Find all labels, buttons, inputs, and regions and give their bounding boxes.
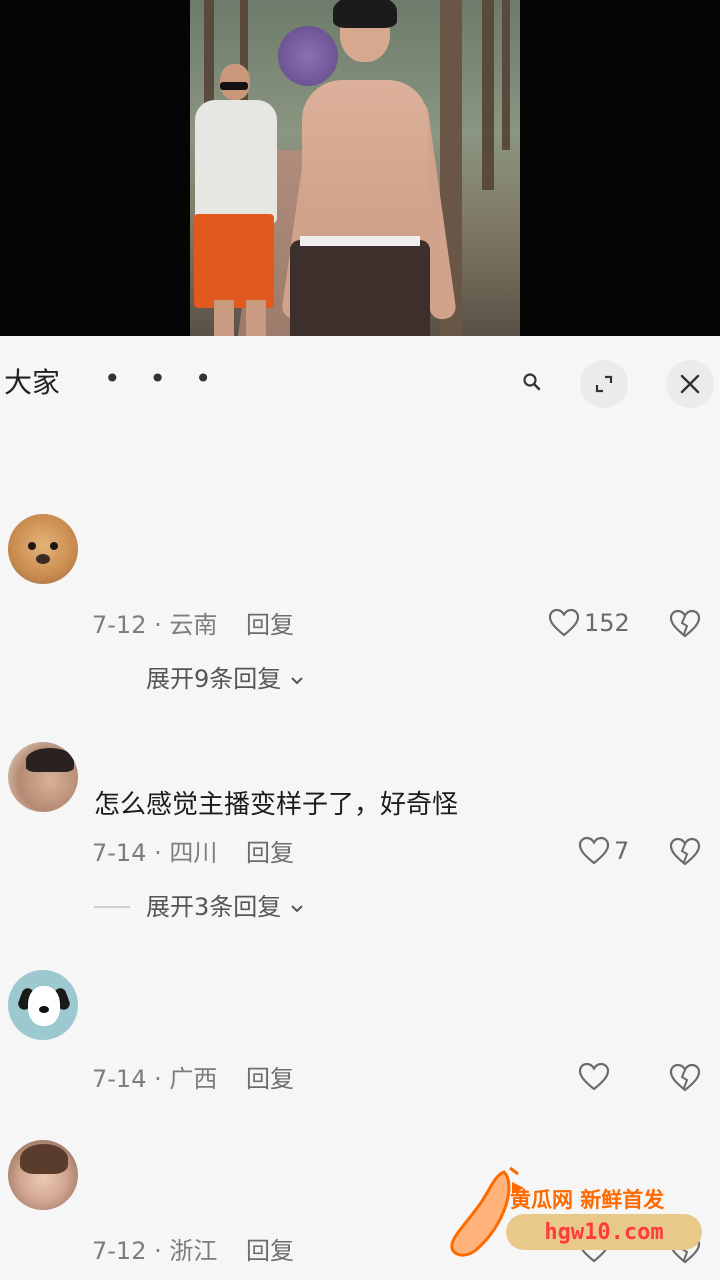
comment-meta: 7-12 · 云南 回复 [92,610,294,640]
fullscreen-button[interactable] [580,360,628,408]
chevron-down-icon [291,905,303,913]
man-leg [214,300,234,336]
reply-button[interactable]: 回复 [246,838,294,868]
reply-button[interactable]: 回复 [246,1236,294,1266]
broken-heart-icon [669,609,701,638]
reply-button[interactable]: 回复 [246,1064,294,1094]
like-count: 7 [614,837,630,865]
comment-date-location: 7-14 · 广西 [92,1065,218,1093]
comment-item: 7-14 · 广西 回复 [0,968,720,1118]
comment-item: 7-12 · 云南 回复 152 展开9条回复 [0,512,720,712]
avatar-eye [50,542,58,550]
expand-replies-label: 展开9条回复 [146,665,282,693]
watermark-url: hgw10.com [506,1214,702,1250]
tree-trunk [502,0,510,150]
like-count: 152 [584,609,630,637]
avatar-hair [20,1144,68,1174]
man-shirt [195,100,277,224]
boy-pants [290,240,430,336]
avatar-hair [26,748,74,772]
comment-item: 怎么感觉主播变样子了，好奇怪 7-14 · 四川 回复 7 展开3条回复 [0,740,720,940]
comment-meta: 7-14 · 四川 回复 [92,838,294,868]
search-icon [523,373,541,391]
dislike-button[interactable] [668,836,704,872]
avatar[interactable] [8,1140,78,1210]
watermark-line1: 黄瓜网 新鲜首发 [510,1188,665,1212]
comment-meta: 7-12 · 浙江 回复 [92,1236,294,1266]
more-icon[interactable]: • • • [104,362,221,396]
avatar-nose [36,554,50,564]
man-leg [246,300,266,336]
dislike-button[interactable] [668,1062,704,1098]
avatar-nose [39,1006,49,1013]
heart-icon [578,836,610,865]
heart-icon [578,1062,610,1091]
boy-waistband [300,236,420,246]
divider-line [94,906,130,908]
tree-trunk [482,0,494,190]
purple-flower [278,26,338,86]
chevron-down-icon [291,677,303,685]
dislike-button[interactable] [668,608,704,644]
expand-replies-button[interactable]: 展开3条回复 [146,892,305,922]
avatar-eye [28,542,36,550]
broken-heart-icon [669,1063,701,1092]
boy-torso [302,80,428,250]
broken-heart-icon [669,837,701,866]
reply-button[interactable]: 回复 [246,610,294,640]
expand-replies-label: 展开3条回复 [146,893,282,921]
heart-icon [548,608,580,637]
avatar[interactable] [8,514,78,584]
like-button[interactable] [578,1062,610,1092]
man-shorts [194,214,274,308]
comment-panel: 大家 • • • 7-12 · 云南 回复 152 展开9条回复 怎么感觉主播变… [0,336,720,1280]
cucumber-logo-icon [450,1166,524,1257]
panel-title: 大家 [4,366,61,399]
comment-date-location: 7-14 · 四川 [92,839,218,867]
expand-replies-button[interactable]: 展开9条回复 [146,664,305,694]
avatar[interactable] [8,970,78,1040]
video-frame [190,0,520,336]
comment-date-location: 7-12 · 云南 [92,611,218,639]
comment-meta: 7-14 · 广西 回复 [92,1064,294,1094]
video-player[interactable] [0,0,720,336]
close-icon [680,374,700,394]
watermark: 黄瓜网 新鲜首发 hgw10.com [446,1164,706,1264]
search-button[interactable] [514,364,550,400]
like-button[interactable]: 152 [548,608,630,638]
boy-hair [333,0,397,28]
comment-date-location: 7-12 · 浙江 [92,1237,218,1265]
like-button[interactable]: 7 [578,836,629,866]
close-button[interactable] [666,360,714,408]
comment-text: 怎么感觉主播变样子了，好奇怪 [94,790,459,820]
panel-header: 大家 • • • [0,336,720,432]
screen: 大家 • • • 7-12 · 云南 回复 152 展开9条回复 怎么感觉主播变… [0,0,720,1280]
avatar[interactable] [8,742,78,812]
expand-icon [595,375,613,393]
sunglasses [220,82,248,90]
